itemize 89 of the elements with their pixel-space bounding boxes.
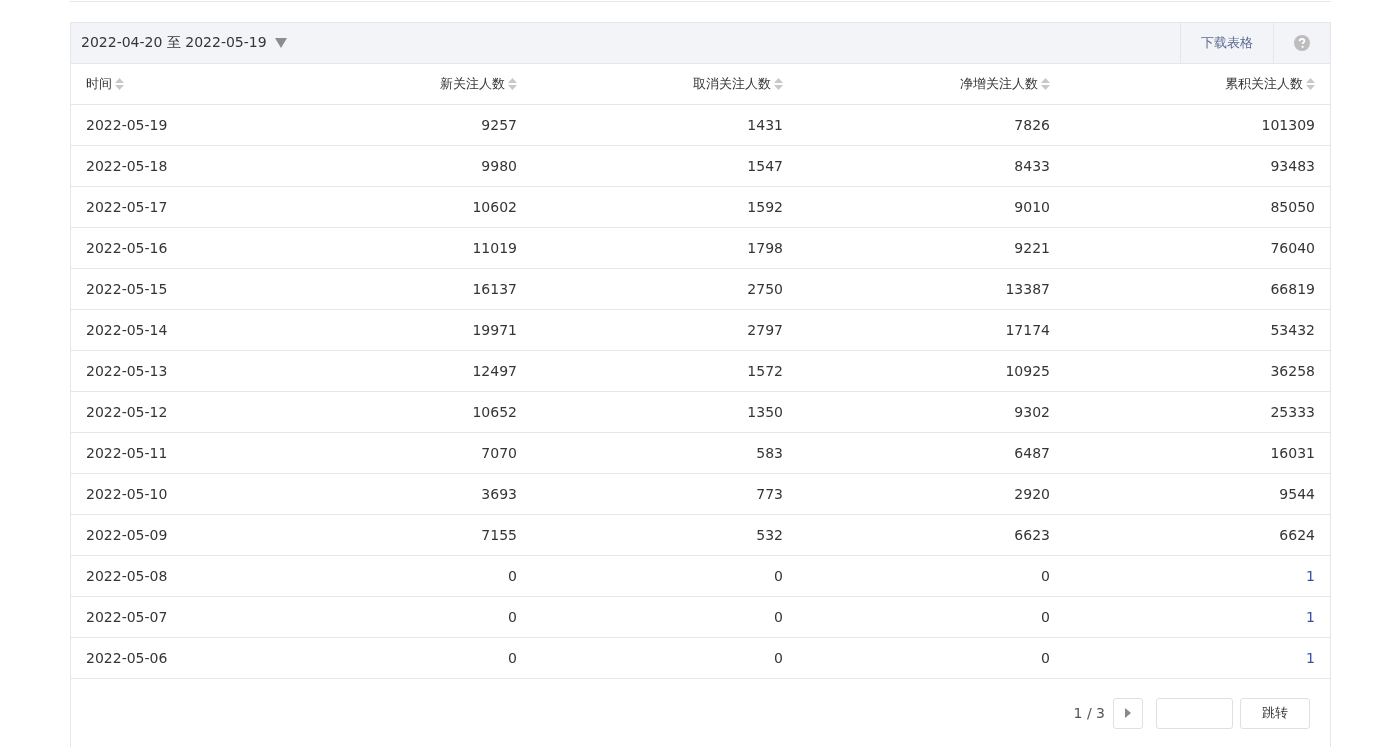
table-cell-text: 8433 [1013, 157, 1051, 176]
table-link[interactable]: 1 [1065, 638, 1330, 678]
table-cell-text: 1431 [746, 116, 784, 135]
table-cell-text: 2022-05-15 [85, 280, 169, 299]
table-link[interactable]: 1 [1065, 556, 1330, 596]
column-header[interactable]: 累积关注人数 [1065, 64, 1330, 104]
table-cell-text: 16137 [471, 280, 518, 299]
table-cell-text: 2750 [746, 280, 784, 299]
table-cell-text: 9302 [1013, 403, 1051, 422]
table-cell-text: 0 [1040, 567, 1051, 586]
table-cell-text: 2022-05-14 [85, 321, 169, 340]
table-cell-text: 0 [1040, 608, 1051, 627]
table-cell-text: 2022-05-12 [85, 403, 169, 422]
table-cell-text: 85050 [1269, 198, 1316, 217]
table-cell-text: 16031 [1269, 444, 1316, 463]
table-cell-text: 1592 [746, 198, 784, 217]
table-cell-text: 19971 [471, 321, 518, 340]
table-cell-text: 13387 [1004, 280, 1051, 299]
table-cell-text: 9544 [1278, 485, 1316, 504]
sort-icon [508, 78, 517, 90]
column-header[interactable]: 取消关注人数 [532, 64, 798, 104]
table-cell-text: 0 [507, 649, 518, 668]
page-input[interactable] [1156, 697, 1233, 729]
sort-icon [1306, 78, 1315, 90]
table-cell-text: 1798 [746, 239, 784, 258]
date-range-dropdown[interactable]: 2022-04-20 至 2022-05-19 [71, 23, 287, 63]
table-cell-text: 7155 [480, 526, 518, 545]
table-cell-text: 0 [507, 608, 518, 627]
table-cell-text: 7826 [1013, 116, 1051, 135]
table-cell-text: 7070 [480, 444, 518, 463]
table-cell-text: 2022-05-09 [85, 526, 169, 545]
table-cell-text: 2022-05-07 [85, 608, 169, 627]
table-cell-text: 93483 [1269, 157, 1316, 176]
table-cell-text: 2022-05-11 [85, 444, 169, 463]
sort-icon [115, 78, 124, 90]
table-cell-text: 9980 [480, 157, 518, 176]
page-indicator: 1 / 3 [1073, 705, 1105, 721]
table-cell-text: 76040 [1269, 239, 1316, 258]
jump-button[interactable]: 跳转 [1240, 697, 1310, 729]
table-cell-text: 2022-05-10 [85, 485, 169, 504]
help-icon[interactable] [1294, 35, 1310, 51]
table-cell-text: 1547 [746, 157, 784, 176]
column-header[interactable]: 新关注人数 [266, 64, 532, 104]
download-button[interactable]: 下载表格 [1180, 23, 1273, 63]
table-cell-text: 36258 [1269, 362, 1316, 381]
table-cell-text: 3693 [480, 485, 518, 504]
table-cell-text: 101309 [1260, 116, 1316, 135]
table-cell-text: 10652 [471, 403, 518, 422]
table-cell-text: 10925 [1004, 362, 1051, 381]
table-cell-text: 0 [773, 567, 784, 586]
table-cell-text: 2022-05-06 [85, 649, 169, 668]
table-cell-text: 25333 [1269, 403, 1316, 422]
table-cell-text: 53432 [1269, 321, 1316, 340]
table-link[interactable]: 1 [1065, 597, 1330, 637]
table-cell-text: 6624 [1278, 526, 1316, 545]
table-cell-text: 66819 [1269, 280, 1316, 299]
table-cell-text: 9257 [480, 116, 518, 135]
table-cell-text: 11019 [471, 239, 518, 258]
table-cell-text: 0 [773, 649, 784, 668]
table-cell-text: 532 [755, 526, 784, 545]
table-cell-text: 2797 [746, 321, 784, 340]
table-cell-text: 0 [773, 608, 784, 627]
table-cell-text: 2022-05-18 [85, 157, 169, 176]
table-cell-text: 10602 [471, 198, 518, 217]
table-cell-text: 9010 [1013, 198, 1051, 217]
sort-icon [774, 78, 783, 90]
table-cell-text: 9221 [1013, 239, 1051, 258]
table-cell-text: 0 [507, 567, 518, 586]
table-cell-text: 17174 [1004, 321, 1051, 340]
table-cell-text: 2022-05-19 [85, 116, 169, 135]
table-cell-text: 0 [1040, 649, 1051, 668]
next-page-button[interactable] [1113, 697, 1143, 729]
table-cell-text: 583 [755, 444, 784, 463]
caret-icon [274, 38, 287, 48]
table-cell-text: 1350 [746, 403, 784, 422]
sort-icon [1041, 78, 1050, 90]
column-header[interactable]: 净增关注人数 [798, 64, 1065, 104]
table-cell-text: 1572 [746, 362, 784, 381]
table-cell-text: 2022-05-08 [85, 567, 169, 586]
table-cell-text: 6487 [1013, 444, 1051, 463]
table-cell-text: 12497 [471, 362, 518, 381]
table-cell-text: 773 [755, 485, 784, 504]
table-cell-text: 2022-05-17 [85, 198, 169, 217]
column-header[interactable]: 时间 [71, 64, 266, 104]
table-cell-text: 2022-05-13 [85, 362, 169, 381]
table-cell-text: 2920 [1013, 485, 1051, 504]
play-icon [1125, 708, 1131, 718]
table-cell-text: 6623 [1013, 526, 1051, 545]
table-cell-text: 2022-05-16 [85, 239, 169, 258]
